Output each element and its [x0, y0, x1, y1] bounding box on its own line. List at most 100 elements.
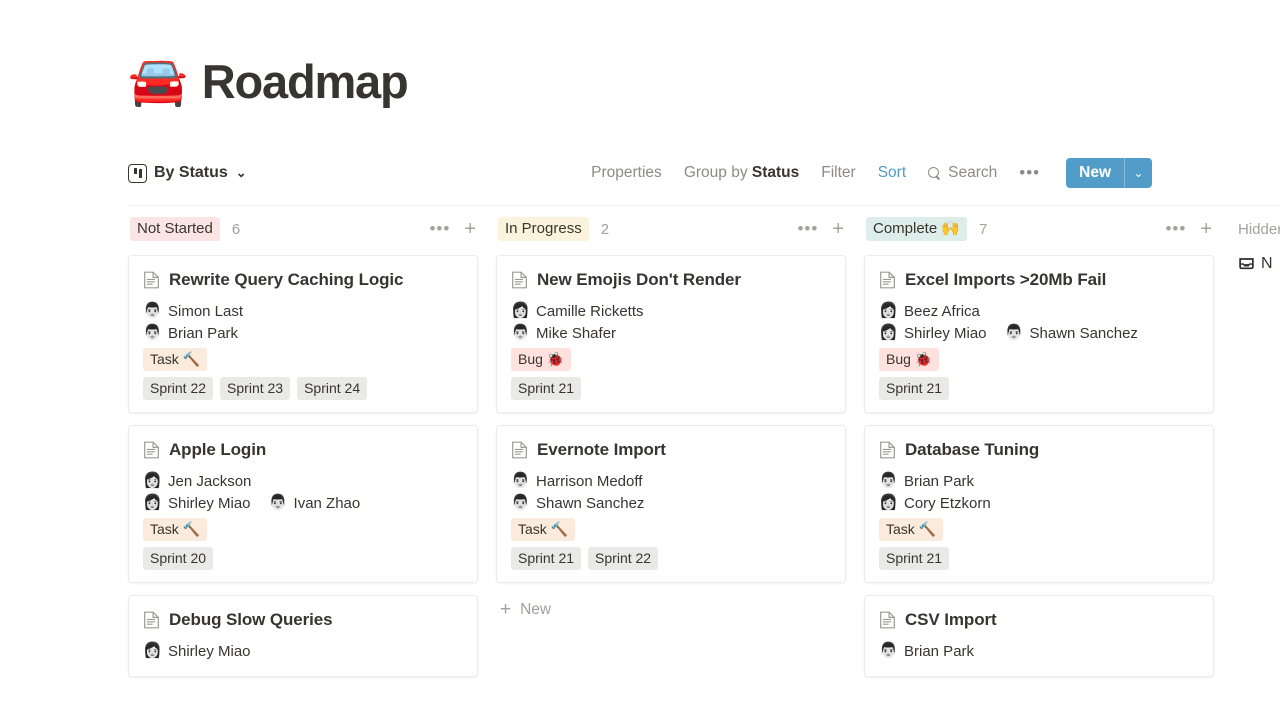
avatar: 👨: [879, 472, 898, 489]
card-person[interactable]: 👩 Beez Africa: [879, 302, 980, 320]
card-person[interactable]: 👨 Brian Park: [879, 642, 974, 660]
card-title-row: CSV Import: [879, 609, 1199, 634]
filter-button[interactable]: Filter: [821, 164, 855, 182]
view-tab-by-status[interactable]: By Status ⌄: [128, 163, 247, 183]
column-add-card-icon[interactable]: +: [832, 219, 844, 239]
card-people-row: 👨 Harrison Medoff: [511, 472, 831, 490]
person-name: Harrison Medoff: [536, 472, 643, 490]
board-card[interactable]: Database Tuning 👨 Brian Park 👩 Cory Etzk…: [864, 425, 1214, 583]
hidden-group-label: Hidden: [1238, 220, 1280, 238]
avatar: 👨: [1004, 324, 1024, 341]
view-tab-label: By Status: [154, 164, 228, 181]
card-sprint-tag[interactable]: Sprint 21: [879, 377, 950, 400]
card-people-row: 👨 Shawn Sanchez: [511, 494, 831, 512]
avatar: 👩: [879, 494, 898, 511]
board-card[interactable]: Debug Slow Queries 👩 Shirley Miao: [128, 595, 478, 677]
person-name: Shawn Sanchez: [1029, 324, 1138, 342]
hidden-group-header: Hidden: [1238, 214, 1280, 244]
card-person[interactable]: 👨 Shawn Sanchez: [511, 494, 644, 512]
card-person[interactable]: 👨 Simon Last: [143, 302, 243, 320]
new-button-group: New ⌄: [1066, 158, 1152, 188]
card-type-tag[interactable]: Bug 🐞: [511, 348, 572, 371]
document-icon: [144, 441, 159, 459]
hidden-group-item-label: N: [1261, 255, 1273, 272]
search-button[interactable]: Search: [928, 164, 997, 182]
group-by-prefix: Group by: [683, 164, 752, 181]
card-sprint-tag[interactable]: Sprint 24: [297, 377, 368, 400]
more-options-icon[interactable]: •••: [1019, 164, 1040, 181]
card-sprint-tag[interactable]: Sprint 22: [143, 377, 214, 400]
kanban-board: Not Started 6 ••• + Rewrite Query Cachin…: [128, 214, 1280, 720]
card-type-tag[interactable]: Task 🔨: [879, 518, 944, 541]
card-people-row: 👩 Cory Etzkorn: [879, 494, 1199, 512]
avatar: 👩: [511, 302, 530, 319]
card-person[interactable]: 👩 Cory Etzkorn: [879, 494, 991, 512]
card-sprint-tag-row: Sprint 21: [511, 377, 831, 400]
card-type-tag[interactable]: Task 🔨: [511, 518, 576, 541]
new-button-chevron-down-icon[interactable]: ⌄: [1124, 158, 1152, 188]
card-title: Debug Slow Queries: [169, 610, 333, 629]
card-sprint-tag[interactable]: Sprint 21: [511, 377, 582, 400]
document-icon: [511, 441, 528, 464]
column-more-options-icon[interactable]: •••: [429, 220, 450, 237]
card-sprint-tag[interactable]: Sprint 22: [588, 547, 659, 570]
board-card[interactable]: CSV Import 👨 Brian Park: [864, 595, 1214, 677]
card-person[interactable]: 👨 Harrison Medoff: [511, 472, 642, 490]
card-type-tag-row: Task 🔨: [511, 518, 831, 541]
board-card[interactable]: Rewrite Query Caching Logic 👨 Simon Last…: [128, 255, 478, 413]
column-add-card-icon[interactable]: +: [464, 219, 476, 239]
board-card[interactable]: Evernote Import 👨 Harrison Medoff 👨 Shaw…: [496, 425, 846, 583]
column-group-chip[interactable]: Complete 🙌: [866, 217, 968, 241]
column-more-options-icon[interactable]: •••: [1165, 220, 1186, 237]
avatar: 👨: [511, 324, 530, 341]
card-person[interactable]: 👨 Brian Park: [143, 324, 238, 342]
board-card[interactable]: New Emojis Don't Render 👩 Camille Ricket…: [496, 255, 846, 413]
column-new-card-row[interactable]: + New: [496, 595, 846, 625]
board-card[interactable]: Excel Imports >20Mb Fail 👩 Beez Africa 👩…: [864, 255, 1214, 413]
avatar: 👩: [143, 494, 162, 511]
person-name: Camille Ricketts: [536, 302, 644, 320]
properties-button[interactable]: Properties: [591, 164, 662, 182]
group-by-button[interactable]: Group by Status: [684, 164, 799, 182]
document-icon: [144, 611, 159, 629]
sort-button[interactable]: Sort: [878, 164, 906, 182]
document-icon: [880, 441, 895, 459]
card-person[interactable]: 👩 Camille Ricketts: [511, 302, 644, 320]
avatar: 👩: [879, 324, 898, 341]
avatar: 👩: [879, 302, 898, 319]
column-more-options-icon[interactable]: •••: [797, 220, 818, 237]
card-sprint-tag-row: Sprint 22 Sprint 23 Sprint 24: [143, 377, 463, 400]
person-name: Jen Jackson: [168, 472, 252, 490]
card-sprint-tag[interactable]: Sprint 21: [879, 547, 950, 570]
card-sprint-tag[interactable]: Sprint 20: [143, 547, 214, 570]
document-icon: [143, 271, 160, 294]
toolbar-divider: [128, 205, 1280, 206]
card-type-tag[interactable]: Bug 🐞: [879, 348, 940, 371]
card-type-tag[interactable]: Task 🔨: [143, 518, 208, 541]
card-type-tag-row: Task 🔨: [143, 348, 463, 371]
card-title: Database Tuning: [905, 440, 1040, 459]
board-column: In Progress 2 ••• + New Emojis Don't Ren…: [496, 214, 846, 720]
card-person[interactable]: 👩 Shirley Miao: [143, 642, 251, 660]
board-card[interactable]: Apple Login 👩 Jen Jackson 👩 Shirley Miao…: [128, 425, 478, 583]
card-people-row: 👩 Beez Africa: [879, 302, 1199, 320]
person-name: Shirley Miao: [904, 324, 987, 342]
card-type-tag[interactable]: Task 🔨: [143, 348, 208, 371]
new-button[interactable]: New: [1066, 158, 1124, 188]
card-person[interactable]: 👨 Shawn Sanchez: [1005, 324, 1138, 342]
card-person[interactable]: 👨 Brian Park: [879, 472, 974, 490]
column-actions: ••• +: [1165, 219, 1212, 239]
card-person[interactable]: 👩 Shirley Miao: [879, 324, 987, 342]
person-name: Mike Shafer: [536, 324, 617, 342]
column-group-chip[interactable]: In Progress: [498, 217, 589, 241]
column-group-chip[interactable]: Not Started: [130, 217, 220, 241]
card-sprint-tag[interactable]: Sprint 23: [220, 377, 291, 400]
column-add-card-icon[interactable]: +: [1200, 219, 1212, 239]
card-sprint-tag[interactable]: Sprint 21: [511, 547, 582, 570]
card-people-row: 👨 Brian Park: [879, 642, 1199, 660]
card-person[interactable]: 👩 Shirley Miao: [143, 494, 251, 512]
card-person[interactable]: 👨 Mike Shafer: [511, 324, 616, 342]
card-person[interactable]: 👨 Ivan Zhao: [269, 494, 361, 512]
hidden-group-item[interactable]: N: [1238, 255, 1280, 273]
card-person[interactable]: 👩 Jen Jackson: [143, 472, 251, 490]
